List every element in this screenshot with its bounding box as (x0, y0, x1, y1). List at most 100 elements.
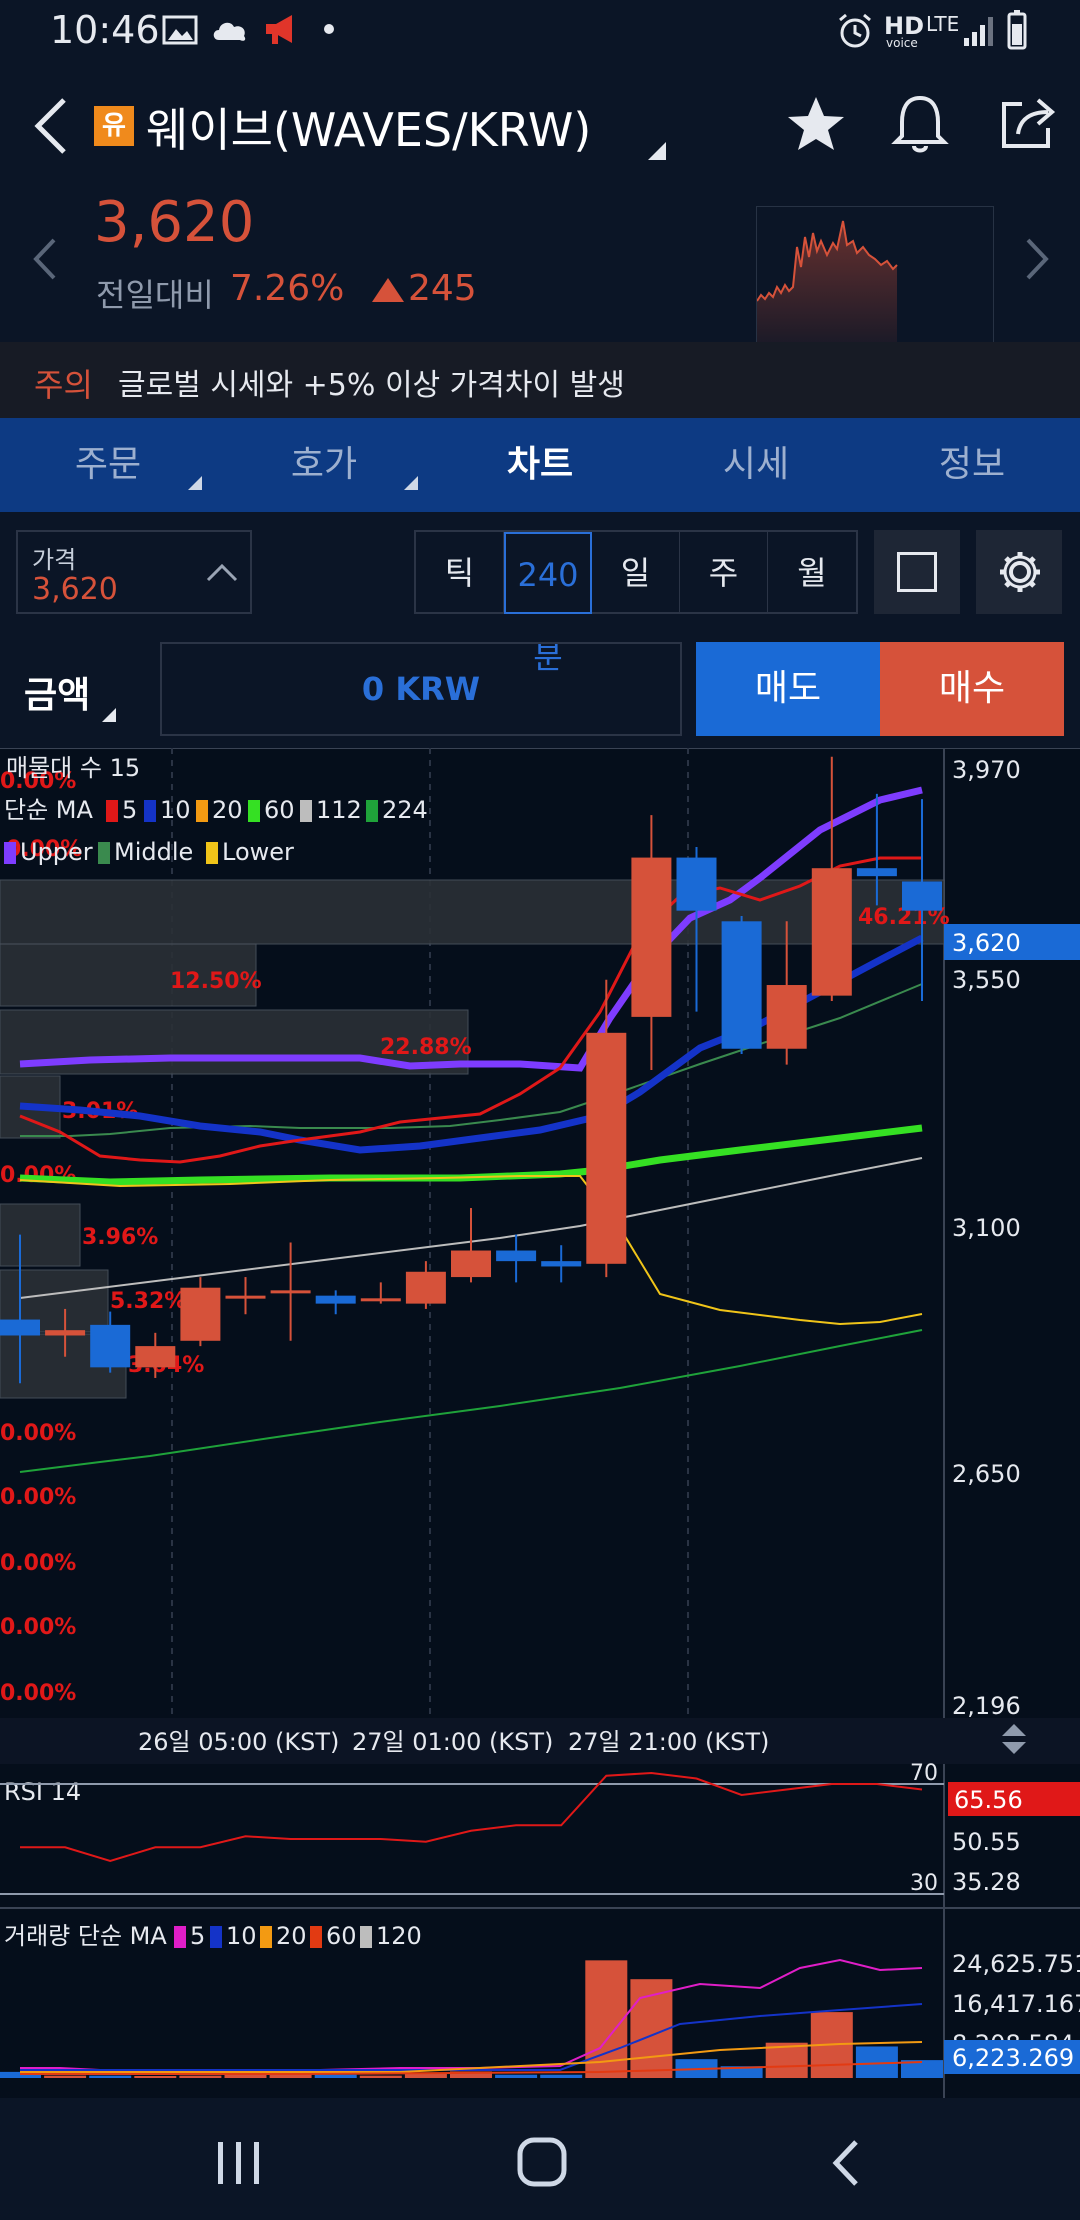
volume-legend-swatch (174, 1926, 186, 1948)
volume-bar (134, 2076, 177, 2078)
ma-legend-swatch (366, 800, 378, 822)
volume-axis-label: 16,417.167 (952, 1990, 1080, 2018)
volume-title: 거래량 단순 MA (4, 1922, 167, 1950)
chart-canvas[interactable]: 0.00% 0.00% 12.50% 22.88% 3.01% 0.00% 3.… (0, 747, 1080, 2098)
tab-quotes[interactable]: 시세 (648, 418, 864, 512)
volume-bars (0, 1960, 943, 2078)
ma-legend-label: 10 (160, 796, 191, 824)
volume-profile-legend: 매물대 수 15 (6, 754, 140, 782)
profile-label: 12.50% (170, 969, 262, 994)
settings-button[interactable] (976, 530, 1062, 614)
back-icon[interactable] (30, 96, 70, 156)
status-time: 10:46 (50, 8, 160, 52)
alarm-icon (839, 13, 871, 48)
candle-body (586, 1032, 627, 1264)
profile-label: 0.00% (0, 1421, 76, 1446)
battery-icon (1007, 10, 1027, 50)
profile-label: 22.88% (380, 1035, 472, 1060)
prev-coin-icon[interactable] (30, 234, 60, 284)
volume-axis-label: 24,625.751 (952, 1950, 1080, 1978)
up-triangle-icon (372, 278, 404, 302)
current-price: 3,620 (94, 190, 255, 255)
chart-controls: 가격 3,620 틱 240분 일 주 월 금액 0 KRW 매도 매수 (0, 512, 1080, 748)
volume-profile-bar (0, 1203, 81, 1267)
time-axis-label: 27일 01:00 (KST) (352, 1728, 553, 1756)
tab-chart[interactable]: 차트 (432, 418, 648, 512)
period-selector: 틱 240분 일 주 월 (414, 530, 858, 676)
candle-body (90, 1324, 131, 1368)
back-nav-icon[interactable] (826, 2138, 866, 2188)
period-week[interactable]: 주 (680, 532, 768, 614)
volume-legend-label: 5 (190, 1922, 205, 1950)
price-value: 3,620 (32, 572, 118, 607)
change-label: 전일대비 (96, 276, 214, 314)
ma-legend: 단순 MA 5 10 20 60 112 224 (4, 796, 428, 824)
title-dropdown-icon[interactable] (648, 142, 666, 160)
notice-bar: 주의 글로벌 시세와 +5% 이상 가격차이 발생 (0, 342, 1080, 418)
profile-label: 0.00% (0, 1615, 76, 1640)
notification-dot (324, 24, 334, 34)
recent-apps-icon[interactable] (214, 2138, 264, 2188)
rsi-panel[interactable]: RSI 14 70 30 65.56 50.55 35.28 (0, 1761, 1080, 1896)
volume-legend-swatch (260, 1926, 272, 1948)
coin-header: 유 웨이브(WAVES/KRW) 3,620 전일대비 7.26% 245 (0, 64, 1080, 371)
price-stepper[interactable]: 가격 3,620 (16, 530, 252, 614)
profile-label: 0.00% (0, 1485, 76, 1510)
bb-legend-swatch (4, 842, 16, 864)
period-day[interactable]: 일 (592, 532, 680, 614)
tab-orderbook[interactable]: 호가 (216, 418, 432, 512)
amount-input[interactable]: 0 KRW (160, 642, 682, 736)
coin-title[interactable]: 웨이브(WAVES/KRW) (146, 94, 591, 160)
ma-legend-swatch (248, 800, 260, 822)
volume-bar (314, 2074, 357, 2078)
period-tick[interactable]: 틱 (416, 532, 504, 614)
price-label: 가격 (32, 546, 77, 574)
candle-body (811, 868, 852, 996)
favorite-star-icon[interactable] (786, 94, 846, 154)
next-coin-icon[interactable] (1022, 234, 1052, 284)
bb-legend-label: Middle (114, 838, 193, 866)
profile-label: 5.32% (110, 1289, 186, 1314)
volume-legend-swatch (310, 1926, 322, 1948)
bb-legend-label: Lower (222, 838, 294, 866)
change-amount: 245 (408, 268, 477, 309)
bb-legend-swatch (206, 842, 218, 864)
volume-legend-label: 60 (326, 1922, 357, 1950)
alert-bell-icon[interactable] (890, 92, 950, 156)
chart-area[interactable]: 0.00% 0.00% 12.50% 22.88% 3.01% 0.00% 3.… (0, 747, 1080, 2098)
lte-label: LTE (926, 12, 960, 36)
period-month[interactable]: 월 (768, 532, 856, 614)
cloud-icon (213, 22, 246, 41)
amount-dropdown-icon[interactable] (102, 708, 116, 722)
candle-body (856, 868, 897, 877)
volume-panel[interactable]: 거래량 단순 MA 5 10 20 60 120 24,625.751 16,417.1… (0, 1922, 1080, 2078)
tab-label: 정보 (938, 444, 1006, 485)
current-price-tag-label: 3,620 (952, 929, 1021, 957)
period-240min[interactable]: 240분 (504, 532, 592, 676)
buy-button[interactable]: 매수 (880, 642, 1064, 736)
chevron-up-icon[interactable] (204, 558, 240, 586)
tab-info[interactable]: 정보 (864, 418, 1080, 512)
volume-bar (89, 2075, 132, 2078)
volume-bar (44, 2075, 87, 2078)
profile-label: 3.96% (82, 1225, 158, 1250)
fullscreen-button[interactable] (874, 530, 960, 614)
main-tabs: 주문 호가 차트 시세 정보 (0, 418, 1080, 512)
ma-legend-label: 112 (316, 796, 362, 824)
candle-body (405, 1271, 446, 1304)
share-icon[interactable] (998, 92, 1058, 152)
candle-body (360, 1298, 401, 1302)
ma-legend-swatch (106, 800, 118, 822)
volume-value-tag-label: 6,223.269 (952, 2044, 1074, 2072)
sell-button[interactable]: 매도 (696, 642, 880, 736)
amount-label[interactable]: 금액 (24, 666, 90, 718)
ma-legend-label: 224 (382, 796, 428, 824)
volume-bar (224, 2074, 267, 2078)
candle-body (45, 1330, 86, 1336)
price-axis-label: 3,550 (952, 966, 1021, 994)
home-icon[interactable] (516, 2136, 568, 2188)
tab-dropdown-icon (404, 476, 418, 490)
price-axis-label: 2,650 (952, 1460, 1021, 1488)
tab-order[interactable]: 주문 (0, 418, 216, 512)
rsi-value-tag-label: 65.56 (954, 1786, 1023, 1814)
